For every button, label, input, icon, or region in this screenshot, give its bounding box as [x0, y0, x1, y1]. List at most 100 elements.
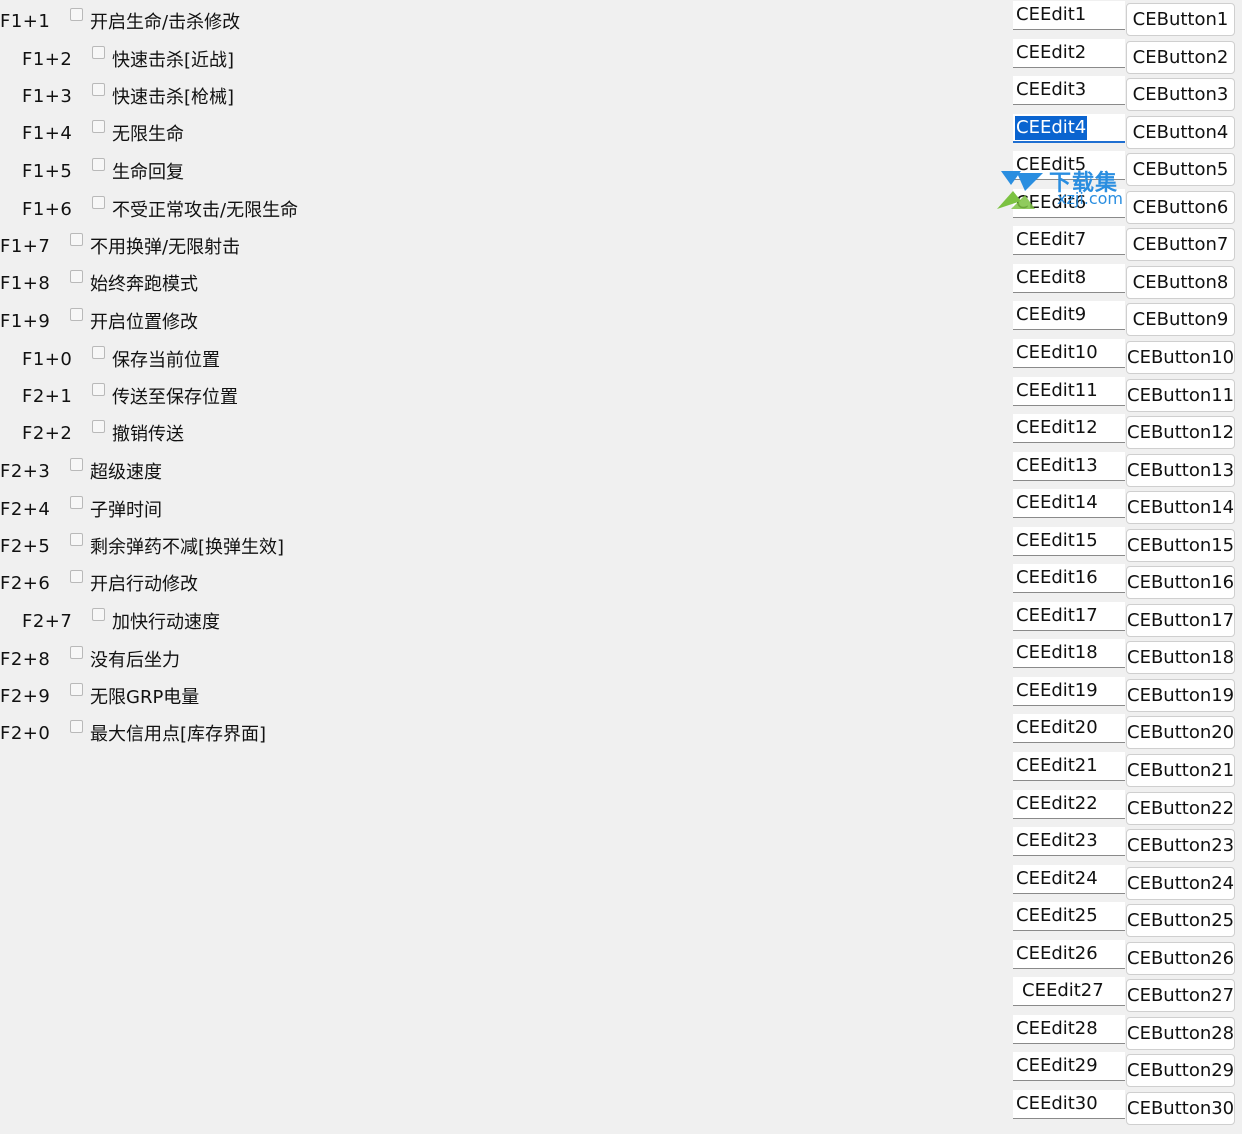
- ce-edit-field[interactable]: CEEdit8: [1013, 264, 1125, 293]
- option-label: 开启行动修改: [90, 574, 198, 595]
- option-row: F2+6 开启行动修改: [0, 568, 198, 598]
- ce-button[interactable]: CEButton22: [1126, 792, 1235, 825]
- option-row: F1+8 始终奔跑模式: [0, 268, 198, 298]
- option-checkbox[interactable]: [92, 607, 105, 621]
- ce-edit-value: CEEdit21: [1016, 755, 1098, 776]
- ce-button[interactable]: CEButton30: [1126, 1092, 1235, 1125]
- ce-button[interactable]: CEButton11: [1126, 379, 1235, 412]
- option-checkbox[interactable]: [92, 195, 105, 209]
- ce-button[interactable]: CEButton13: [1126, 454, 1235, 487]
- ce-edit-field[interactable]: CEEdit14: [1013, 489, 1125, 518]
- option-row: F2+0 最大信用点[库存界面]: [0, 718, 266, 748]
- ce-edit-field[interactable]: CEEdit12: [1013, 414, 1125, 443]
- ce-button[interactable]: CEButton21: [1126, 754, 1235, 787]
- ce-button[interactable]: CEButton10: [1126, 341, 1235, 374]
- option-checkbox[interactable]: [70, 719, 83, 733]
- ce-edit-field[interactable]: CEEdit11: [1013, 377, 1125, 406]
- option-label: 没有后坐力: [90, 650, 180, 671]
- ce-edit-field[interactable]: CEEdit28: [1013, 1015, 1125, 1044]
- ce-button[interactable]: CEButton25: [1126, 904, 1235, 937]
- ce-edit-field[interactable]: CEEdit1: [1013, 1, 1125, 30]
- ce-button[interactable]: CEButton2: [1126, 41, 1235, 74]
- ce-edit-value: CEEdit19: [1016, 680, 1098, 701]
- ce-button[interactable]: CEButton19: [1126, 679, 1235, 712]
- ce-edit-field[interactable]: CEEdit30: [1013, 1090, 1125, 1119]
- ce-edit-field[interactable]: CEEdit9: [1013, 301, 1125, 330]
- ce-edit-field[interactable]: CEEdit19: [1013, 677, 1125, 706]
- ce-edit-field[interactable]: CEEdit10: [1013, 339, 1125, 368]
- option-label: 无限GRP电量: [90, 687, 200, 708]
- ce-button[interactable]: CEButton27: [1126, 979, 1235, 1012]
- ce-button[interactable]: CEButton4: [1126, 116, 1235, 149]
- option-checkbox[interactable]: [92, 119, 105, 133]
- option-checkbox[interactable]: [70, 457, 83, 471]
- ce-edit-field[interactable]: CEEdit5: [1013, 151, 1125, 180]
- ce-edit-value: CEEdit8: [1016, 267, 1087, 288]
- ce-button[interactable]: CEButton20: [1126, 716, 1235, 749]
- ce-edit-field[interactable]: CEEdit24: [1013, 865, 1125, 894]
- option-checkbox[interactable]: [70, 682, 83, 696]
- ce-button[interactable]: CEButton14: [1126, 491, 1235, 524]
- option-checkbox[interactable]: [70, 495, 83, 509]
- option-checkbox[interactable]: [70, 645, 83, 659]
- option-checkbox[interactable]: [92, 45, 105, 59]
- ce-button[interactable]: CEButton1: [1126, 3, 1235, 36]
- ce-button[interactable]: CEButton17: [1126, 604, 1235, 637]
- ce-edit-field[interactable]: CEEdit17: [1013, 602, 1125, 631]
- ce-button[interactable]: CEButton26: [1126, 942, 1235, 975]
- option-checkbox[interactable]: [92, 419, 105, 433]
- ce-button[interactable]: CEButton23: [1126, 829, 1235, 862]
- ce-button[interactable]: CEButton24: [1126, 867, 1235, 900]
- ce-button[interactable]: CEButton6: [1126, 191, 1235, 224]
- ce-button[interactable]: CEButton8: [1126, 266, 1235, 299]
- ce-button[interactable]: CEButton9: [1126, 303, 1235, 336]
- ce-edit-field[interactable]: CEEdit7: [1013, 226, 1125, 255]
- ce-button[interactable]: CEButton3: [1126, 78, 1235, 111]
- ce-button[interactable]: CEButton28: [1126, 1017, 1235, 1050]
- hotkey-label: F2+2: [22, 422, 73, 444]
- ce-edit-field[interactable]: CEEdit6: [1013, 189, 1125, 218]
- hotkey-options-panel: F1+1 开启生命/击杀修改 F1+2 快速击杀[近战] F1+3 快速击杀[枪械] F1+…: [0, 0, 600, 760]
- ce-edit-field[interactable]: CEEdit29: [1013, 1052, 1125, 1081]
- option-checkbox[interactable]: [92, 345, 105, 359]
- ce-edit-field[interactable]: CEEdit20: [1013, 714, 1125, 743]
- ce-edit-field[interactable]: CEEdit22: [1013, 790, 1125, 819]
- ce-edit-field[interactable]: CEEdit15: [1013, 527, 1125, 556]
- option-checkbox[interactable]: [92, 382, 105, 396]
- option-checkbox[interactable]: [70, 232, 83, 246]
- ce-edit-field[interactable]: CEEdit23: [1013, 827, 1125, 856]
- hotkey-label: F2+3: [0, 460, 51, 482]
- ce-edit-field[interactable]: CEEdit16: [1013, 564, 1125, 593]
- hotkey-label: F1+1: [0, 10, 51, 32]
- option-checkbox[interactable]: [70, 569, 83, 583]
- hotkey-label: F1+2: [22, 48, 73, 70]
- ce-button[interactable]: CEButton12: [1126, 416, 1235, 449]
- option-checkbox[interactable]: [70, 269, 83, 283]
- ce-button[interactable]: CEButton29: [1126, 1054, 1235, 1087]
- ce-button[interactable]: CEButton16: [1126, 566, 1235, 599]
- ce-edit-value: CEEdit26: [1016, 943, 1098, 964]
- ce-button[interactable]: CEButton5: [1126, 153, 1235, 186]
- ce-edit-field[interactable]: CEEdit18: [1013, 639, 1125, 668]
- ce-edit-value: CEEdit14: [1016, 492, 1098, 513]
- ce-edit-field[interactable]: CEEdit2: [1013, 39, 1125, 68]
- ce-button[interactable]: CEButton15: [1126, 529, 1235, 562]
- option-checkbox[interactable]: [70, 7, 83, 21]
- option-row: F1+6 不受正常攻击/无限生命: [22, 194, 298, 224]
- ce-edit-field[interactable]: CEEdit13: [1013, 452, 1125, 481]
- option-checkbox[interactable]: [70, 532, 83, 546]
- ce-edit-field[interactable]: CEEdit21: [1013, 752, 1125, 781]
- ce-edit-value: CEEdit3: [1016, 79, 1087, 100]
- ce-edit-field[interactable]: CEEdit3: [1013, 76, 1125, 105]
- option-checkbox[interactable]: [92, 157, 105, 171]
- ce-button[interactable]: CEButton18: [1126, 641, 1235, 674]
- option-checkbox[interactable]: [92, 82, 105, 96]
- ce-edit-value: CEEdit27: [1022, 980, 1104, 1001]
- ce-edit-field[interactable]: CEEdit27: [1013, 977, 1125, 1006]
- ce-edit-field[interactable]: CEEdit4: [1013, 114, 1125, 143]
- ce-button[interactable]: CEButton7: [1126, 228, 1235, 261]
- hotkey-label: F1+4: [22, 122, 73, 144]
- option-checkbox[interactable]: [70, 307, 83, 321]
- ce-edit-field[interactable]: CEEdit26: [1013, 940, 1125, 969]
- ce-edit-field[interactable]: CEEdit25: [1013, 902, 1125, 931]
